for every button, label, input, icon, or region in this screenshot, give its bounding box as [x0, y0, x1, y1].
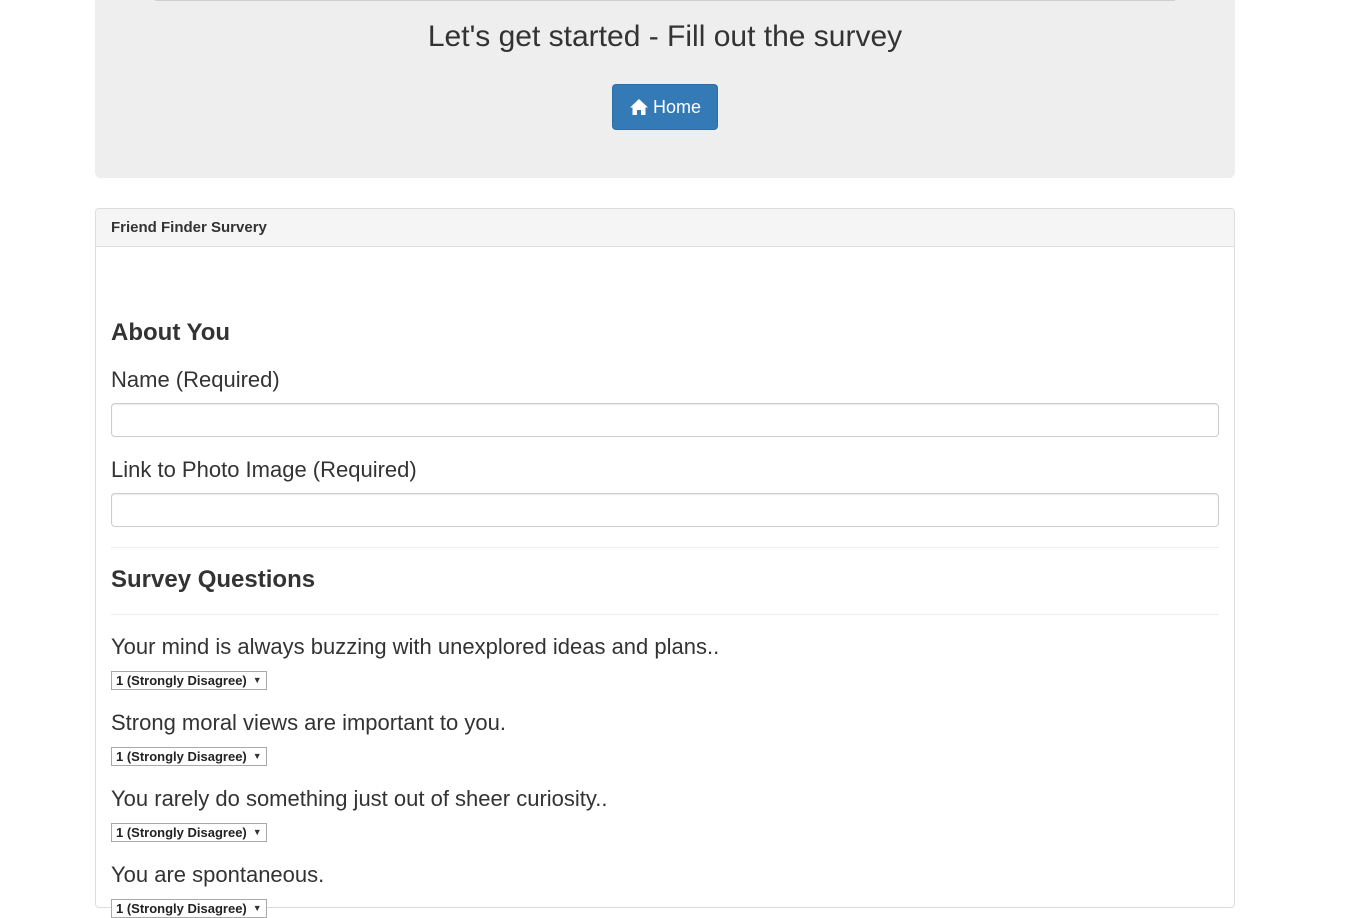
- chevron-down-icon: ▼: [252, 827, 262, 837]
- home-icon: [629, 98, 649, 116]
- survey-panel: Friend Finder Survery About You Name (Re…: [95, 208, 1235, 918]
- select-value: 1 (Strongly Disagree): [116, 749, 247, 764]
- select-value: 1 (Strongly Disagree): [116, 825, 247, 840]
- name-field[interactable]: [111, 403, 1219, 437]
- chevron-down-icon: ▼: [252, 675, 262, 685]
- page-title: Let's get started - Fill out the survey: [427, 20, 903, 53]
- jumbotron: Let's get started - Fill out the survey …: [95, 0, 1235, 178]
- question-2-select[interactable]: 1 (Strongly Disagree) ▼: [111, 747, 267, 766]
- question-3: You rarely do something just out of shee…: [111, 786, 608, 811]
- home-button-label: Home: [652, 96, 701, 117]
- divider: [111, 547, 1219, 548]
- home-button[interactable]: Home: [612, 84, 718, 130]
- select-value: 1 (Strongly Disagree): [116, 673, 247, 688]
- question-1: Your mind is always buzzing with unexplo…: [111, 634, 720, 659]
- photo-link-field[interactable]: [111, 493, 1219, 527]
- question-2: Strong moral views are important to you.: [111, 710, 506, 735]
- chevron-down-icon: ▼: [252, 751, 262, 761]
- name-label: Name (Required): [111, 367, 280, 392]
- divider: [155, 0, 1175, 1]
- question-1-select[interactable]: 1 (Strongly Disagree) ▼: [111, 671, 267, 690]
- select-value: 1 (Strongly Disagree): [116, 901, 247, 916]
- page-container: Let's get started - Fill out the survey …: [95, 0, 1235, 918]
- chevron-down-icon: ▼: [252, 903, 262, 913]
- about-heading: About You: [111, 319, 231, 346]
- question-3-select[interactable]: 1 (Strongly Disagree) ▼: [111, 823, 267, 842]
- question-4: You are spontaneous.: [111, 862, 325, 887]
- photo-label: Link to Photo Image (Required): [111, 457, 417, 482]
- survey-heading: Survey Questions: [111, 566, 316, 593]
- panel-heading: Friend Finder Survery: [96, 209, 1234, 247]
- question-4-select[interactable]: 1 (Strongly Disagree) ▼: [111, 899, 267, 918]
- divider: [111, 614, 1219, 615]
